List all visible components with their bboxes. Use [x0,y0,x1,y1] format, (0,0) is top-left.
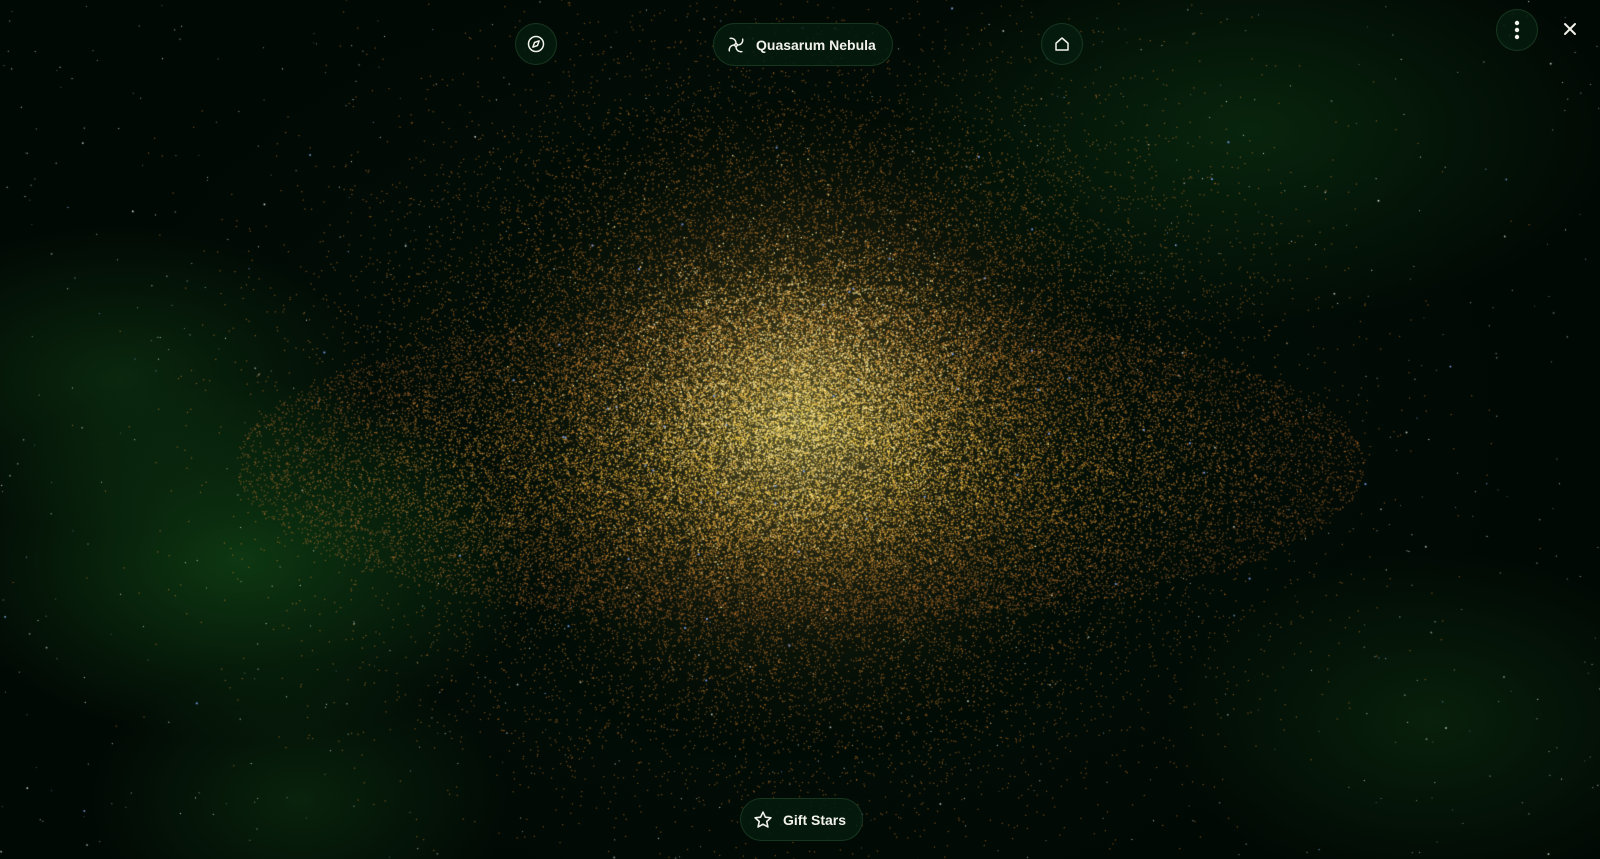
explore-button[interactable] [515,23,557,65]
gift-stars-label: Gift Stars [783,811,847,828]
galaxy-spiral-icon [726,35,746,55]
home-icon [1053,35,1071,53]
galaxy-canvas[interactable] [0,0,1600,859]
more-vertical-icon [1514,20,1520,40]
close-icon [1562,21,1578,37]
gift-stars-button[interactable]: Gift Stars [740,798,864,841]
close-button[interactable] [1555,14,1585,44]
nebula-title-button[interactable]: Quasarum Nebula [713,23,893,66]
page-title: Quasarum Nebula [756,36,876,53]
compass-icon [527,35,545,53]
star-icon [753,810,773,830]
galaxy-view[interactable]: Quasarum Nebula Gift Stars [0,0,1600,859]
more-menu-button[interactable] [1496,9,1538,51]
home-button[interactable] [1041,23,1083,65]
